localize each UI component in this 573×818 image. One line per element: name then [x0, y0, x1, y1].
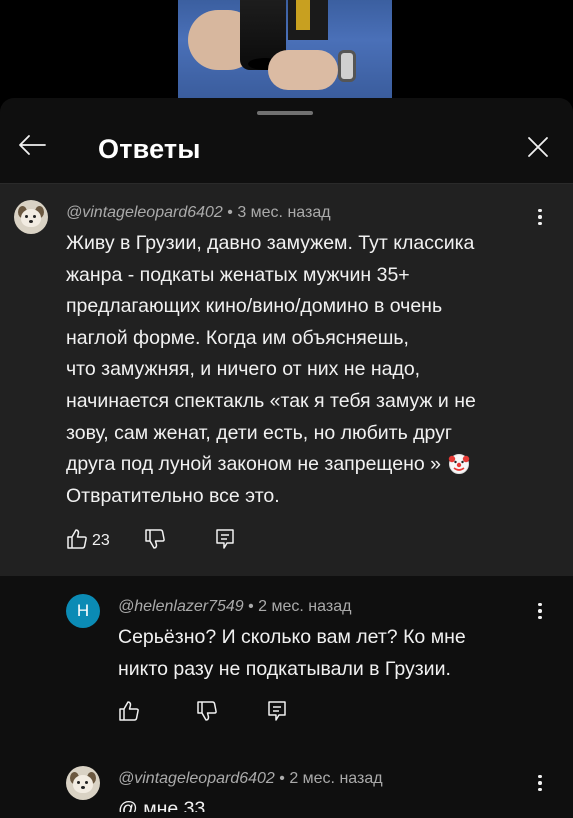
thumb-down-icon [144, 528, 166, 555]
parent-comment: @vintageleopard6402 • 3 мес. назад Живу … [0, 184, 573, 576]
video-player[interactable] [0, 0, 573, 100]
comment-meta: @helenlazer7549 • 2 мес. назад [118, 598, 352, 615]
avatar[interactable] [14, 200, 48, 234]
more-vertical-icon [538, 602, 542, 620]
back-button[interactable] [14, 132, 50, 162]
comment-time: 2 мес. назад [258, 598, 352, 615]
comment-author[interactable]: @helenlazer7549 [118, 598, 244, 615]
page-title: Ответы [98, 134, 201, 164]
reply-icon [267, 700, 287, 727]
thumb-down-icon [196, 700, 218, 727]
comment-author[interactable]: @vintageleopard6402 [66, 204, 223, 221]
more-vertical-icon [538, 208, 542, 226]
avatar[interactable] [66, 766, 100, 800]
close-button[interactable] [522, 134, 554, 164]
dislike-button[interactable] [142, 528, 168, 554]
reply-icon [215, 528, 235, 555]
like-count: 23 [92, 532, 110, 549]
back-arrow-icon [17, 133, 47, 162]
comment-text: Живу в Грузии, давно замужем. Тут класси… [66, 232, 476, 507]
reply-button[interactable] [212, 528, 238, 554]
comment-time: 2 мес. назад [289, 770, 383, 787]
sheet-header: Ответы [0, 98, 573, 184]
dislike-button[interactable] [194, 700, 220, 726]
thumb-up-icon [66, 528, 88, 555]
reply-button[interactable] [264, 700, 290, 726]
clown-emoji-icon [448, 452, 470, 475]
replies-sheet: Ответы @vintageleopard6402 • 3 мес. наза… [0, 98, 573, 818]
more-vertical-icon [538, 774, 542, 792]
video-thumbnail [178, 0, 392, 100]
comment-author[interactable]: @vintageleopard6402 [118, 770, 275, 787]
thumb-up-icon [118, 700, 140, 727]
close-icon [527, 136, 549, 163]
comment-time: 3 мес. назад [237, 204, 331, 221]
like-button[interactable] [64, 528, 90, 554]
avatar[interactable]: H [66, 594, 100, 628]
comment-text: Серьёзно? И сколько вам лет? Ко мне никт… [118, 626, 466, 680]
like-button[interactable] [116, 700, 142, 726]
comment-meta: @vintageleopard6402 • 3 мес. назад [66, 204, 331, 221]
comment-meta: @vintageleopard6402 • 2 мес. назад [118, 770, 383, 787]
